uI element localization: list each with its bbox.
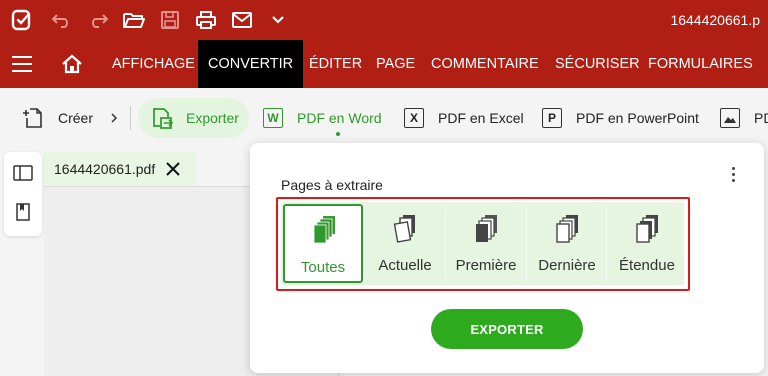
new-document-icon [23,108,42,128]
document-tab-filename: 1644420661.pdf [54,161,156,177]
option-derniere[interactable]: Dernière [527,204,607,283]
pdf-to-powerpoint-label: PDF en PowerPoint [576,110,699,126]
sidebar-toggle-icon[interactable] [13,164,33,182]
close-icon[interactable] [164,160,182,178]
create-button[interactable]: Créer [22,98,119,138]
highlight-frame: Toutes Actuelle Première Dernière Étendu… [276,197,690,291]
export-icon [153,108,174,129]
pdf-to-image-button[interactable]: PDF [720,98,768,138]
pdf-to-powerpoint-button[interactable]: P PDF en PowerPoint [542,98,699,138]
open-folder-icon[interactable] [122,8,146,32]
create-label: Créer [58,110,94,126]
option-etendue[interactable]: Étendue [607,204,687,283]
bookmark-icon[interactable] [13,203,33,221]
menu-page[interactable]: PAGE [376,40,415,88]
menu-editer[interactable]: ÉDITER [309,40,362,88]
export-button[interactable]: Exporter [138,98,249,138]
document-title: 1644420661.p [670,12,760,28]
ribbon-toolbar: Créer Exporter W PDF en Word X PDF en Ex… [0,88,768,148]
home-icon[interactable] [60,52,84,76]
option-etendue-label: Étendue [619,257,675,274]
menu-formulaires[interactable]: FORMULAIRES [648,40,753,88]
pdf-to-excel-button[interactable]: X PDF en Excel [404,98,524,138]
redo-icon[interactable] [86,8,110,32]
print-icon[interactable] [194,8,218,32]
image-icon [720,108,740,128]
option-premiere[interactable]: Première [446,204,526,283]
side-panel [4,152,42,236]
powerpoint-icon: P [542,108,562,128]
mail-icon[interactable] [230,8,254,32]
pdf-to-image-label: PDF [754,110,768,126]
current-page-icon [393,215,415,243]
title-bar: 1644420661.p [0,0,768,40]
page-range-icon [636,215,658,243]
export-popup: Pages à extraire Toutes Actuelle Premièr… [250,143,764,373]
document-tab[interactable]: 1644420661.pdf [44,152,196,186]
ribbon-separator [130,106,131,130]
option-toutes[interactable]: Toutes [283,204,363,283]
option-derniere-label: Dernière [538,257,596,274]
menu-securiser[interactable]: SÉCURISER [555,40,640,88]
option-premiere-label: Première [455,257,517,274]
last-page-icon [556,215,578,243]
word-icon: W [263,108,283,128]
pdf-to-word-button[interactable]: W PDF en Word [263,98,382,138]
option-actuelle-label: Actuelle [378,257,432,274]
pdf-to-word-label: PDF en Word [297,110,382,126]
export-submit-button[interactable]: EXPORTER [431,309,583,349]
chevron-right-icon [111,113,118,123]
menu-commentaire[interactable]: COMMENTAIRE [431,40,539,88]
excel-icon: X [404,108,424,128]
save-icon[interactable] [158,8,182,32]
option-toutes-label: Toutes [300,259,346,276]
more-options-icon[interactable] [730,167,736,185]
pages-to-extract-label: Pages à extraire [281,177,383,193]
page-options-row: Toutes Actuelle Première Dernière Étendu… [281,202,684,285]
menu-affichage[interactable]: AFFICHAGE [112,40,195,88]
export-label: Exporter [186,110,239,126]
option-actuelle[interactable]: Actuelle [365,204,445,283]
first-page-icon [476,215,497,242]
active-indicator-dot [336,132,340,136]
all-pages-icon [313,216,335,244]
undo-icon[interactable] [50,8,74,32]
pdf-to-excel-label: PDF en Excel [438,110,524,126]
menu-bar: AFFICHAGE CONVERTIR ÉDITER PAGE COMMENTA… [0,40,768,88]
hamburger-menu-icon[interactable] [12,56,32,72]
chevron-down-icon[interactable] [266,8,290,32]
menu-convertir[interactable]: CONVERTIR [198,40,304,88]
app-logo-icon[interactable] [10,8,34,32]
